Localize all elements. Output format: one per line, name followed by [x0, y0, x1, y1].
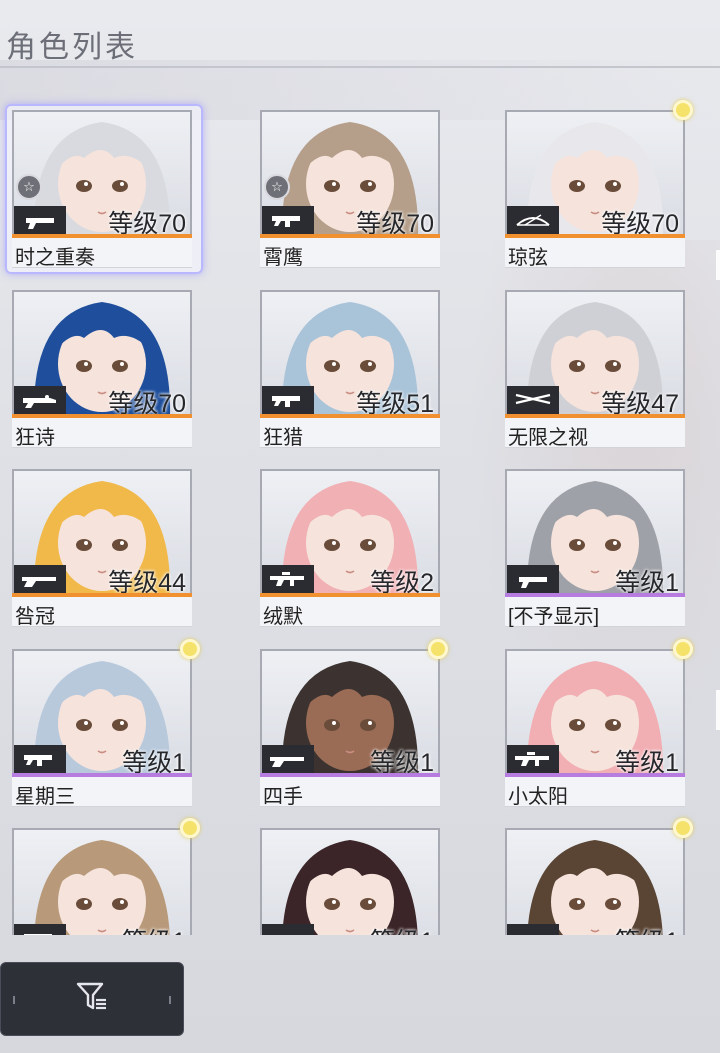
character-name: 小太阳 [508, 786, 568, 808]
character-name: 时之重奏 [15, 247, 95, 269]
character-portrait [260, 828, 440, 935]
star-badge-icon: ☆ [264, 174, 290, 200]
character-name: 四手 [263, 786, 303, 808]
character-card[interactable]: 等级1 [505, 818, 693, 935]
character-card[interactable]: 等级47 无限之视 [505, 290, 685, 450]
character-card[interactable]: 等级1 [不予显示] [505, 469, 685, 629]
rifle-icon [507, 924, 559, 935]
character-name: 琼弦 [508, 247, 548, 269]
character-level: 等级1 [122, 922, 186, 935]
smg-icon [262, 386, 314, 414]
bow-icon [507, 206, 559, 234]
character-name: 无限之视 [508, 427, 588, 449]
smg-icon [14, 924, 66, 935]
name-plate: 琼弦 [505, 238, 685, 269]
name-plate: 狂诗 [12, 418, 192, 449]
character-name: 狂猎 [263, 427, 303, 449]
character-card[interactable]: 等级1 星期三 [12, 639, 200, 809]
name-plate: [不予显示] [505, 597, 685, 628]
character-card[interactable]: 等级44 咎冠 [12, 469, 192, 629]
smg-icon [14, 745, 66, 773]
character-card[interactable]: 等级70 琼弦 [505, 100, 693, 270]
name-plate: 绒默 [260, 597, 440, 628]
character-card[interactable]: 等级1 [260, 828, 440, 935]
shotgun-icon [14, 386, 66, 414]
name-plate: 星期三 [12, 777, 192, 808]
pistol-icon [14, 206, 66, 234]
character-name: 星期三 [15, 786, 75, 808]
rifle-icon [14, 565, 66, 593]
name-plate: 时之重奏 [12, 238, 192, 269]
new-indicator-dot [428, 639, 448, 659]
character-name: 咎冠 [15, 606, 55, 628]
name-plate: 四手 [260, 777, 440, 808]
new-indicator-dot [180, 818, 200, 838]
character-card[interactable]: 等级2 绒默 [260, 469, 440, 629]
character-portrait [12, 828, 192, 935]
character-card[interactable]: 等级70 狂诗 [12, 290, 192, 450]
name-plate: 狂猎 [260, 418, 440, 449]
character-level: 等级1 [615, 922, 679, 935]
filter-button-edge [13, 996, 15, 1004]
character-portrait [505, 828, 685, 935]
filter-icon [75, 980, 109, 1019]
pistol-icon [262, 924, 314, 935]
rifle-icon [262, 745, 314, 773]
new-indicator-dot [673, 818, 693, 838]
character-name: 绒默 [263, 606, 303, 628]
star-badge-icon: ☆ [16, 174, 42, 200]
character-card[interactable]: 等级1 小太阳 [505, 639, 693, 809]
new-indicator-dot [673, 100, 693, 120]
assault-rifle-icon [262, 565, 314, 593]
new-indicator-dot [673, 639, 693, 659]
name-plate: 小太阳 [505, 777, 685, 808]
filter-button[interactable] [0, 962, 184, 1036]
smg-icon [262, 206, 314, 234]
character-card[interactable]: ☆ 等级70 时之重奏 [5, 104, 203, 274]
character-card[interactable]: ☆ 等级70 霄鹰 [260, 110, 440, 270]
character-grid: ☆ 等级70 时之重奏 ☆ 等级70 霄鹰 等级70 琼弦 等级70 狂诗 等级… [0, 0, 720, 935]
assault-rifle-icon [507, 745, 559, 773]
pistol-icon [507, 565, 559, 593]
character-name: 霄鹰 [263, 247, 303, 269]
character-card[interactable]: 等级1 四手 [260, 639, 448, 809]
name-plate: 咎冠 [12, 597, 192, 628]
name-plate: 霄鹰 [260, 238, 440, 269]
filter-button-edge [169, 996, 171, 1004]
character-card[interactable]: 等级51 狂猎 [260, 290, 440, 450]
character-card[interactable]: 等级1 [12, 818, 200, 935]
character-name: 狂诗 [15, 427, 55, 449]
new-indicator-dot [180, 639, 200, 659]
character-name: [不予显示] [508, 606, 600, 628]
sniper-icon [507, 386, 559, 414]
name-plate: 无限之视 [505, 418, 685, 449]
character-level: 等级1 [370, 922, 434, 935]
